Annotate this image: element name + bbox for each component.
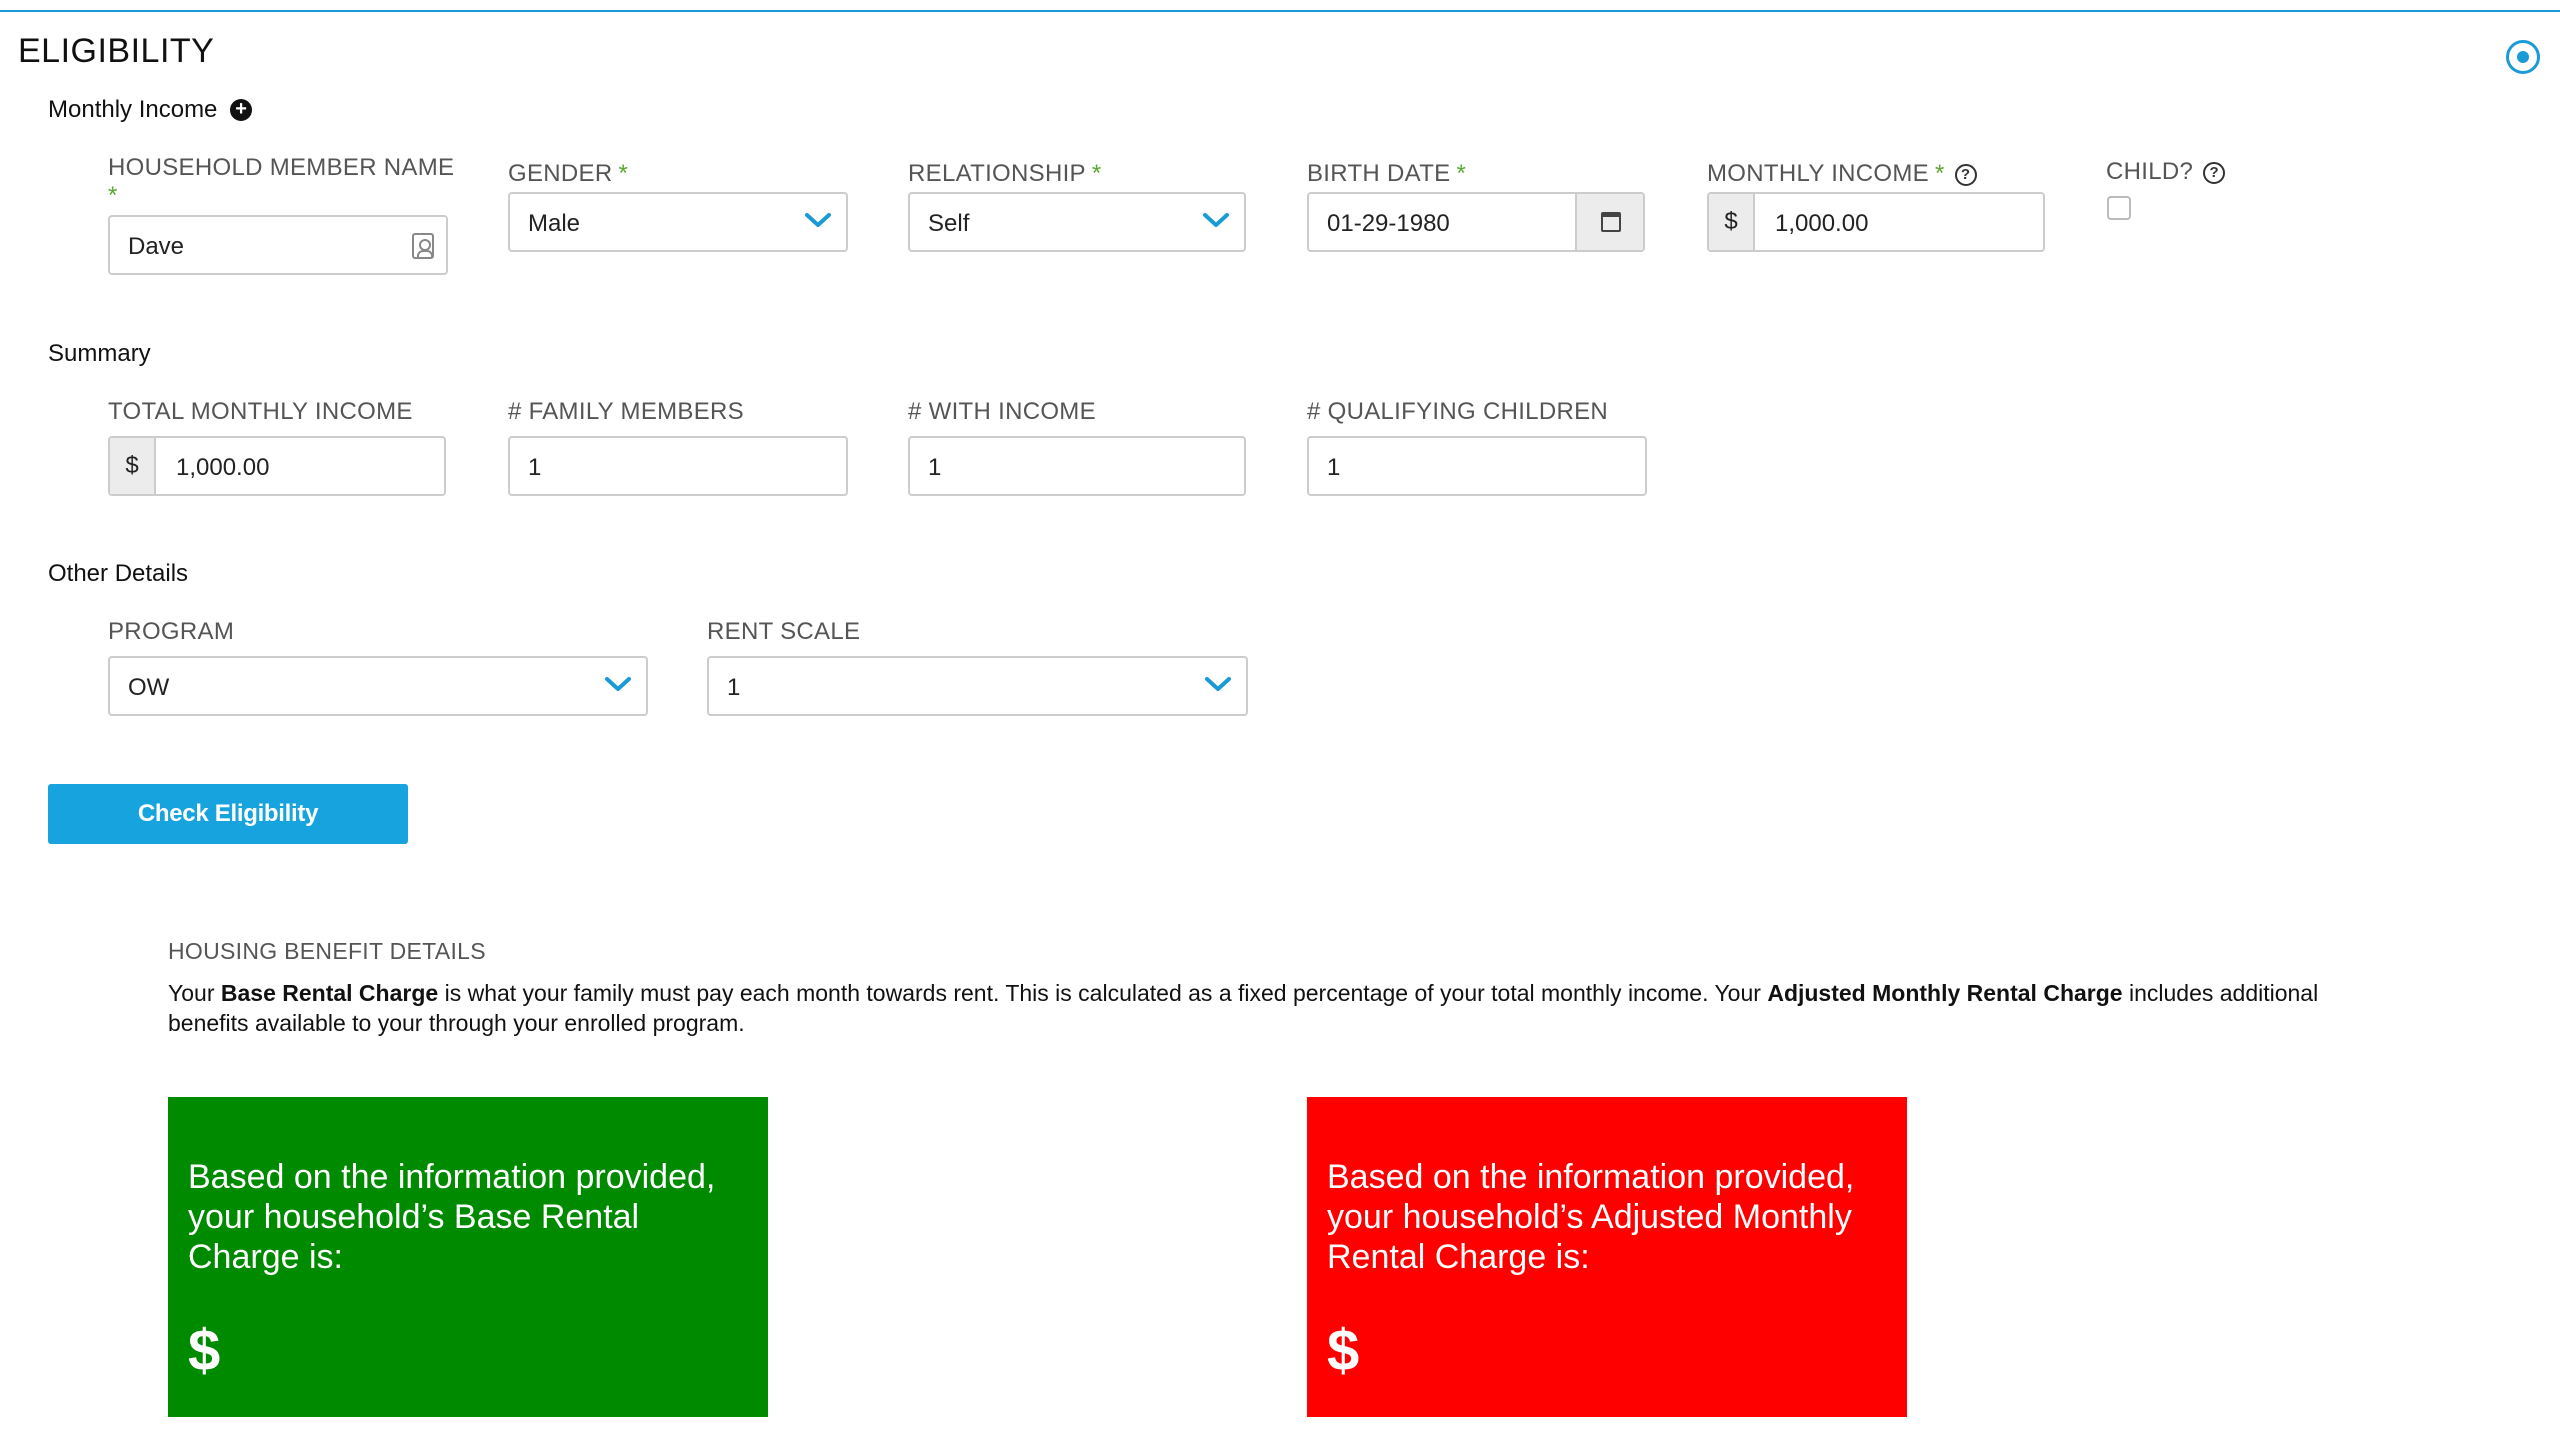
qualifying-children-value: 1	[1327, 454, 1341, 481]
gender-value: Male	[528, 210, 581, 237]
program-select[interactable]: OW	[108, 656, 648, 716]
birth-date-value: 01-29-1980	[1327, 210, 1450, 237]
rent-scale-value: 1	[727, 674, 741, 701]
monthly-income-field-label: MONTHLY INCOME *?	[1707, 160, 1977, 188]
monthly-income-label: Monthly Income	[48, 96, 218, 123]
relationship-value: Self	[928, 210, 970, 237]
member-name-label-text: HOUSEHOLD MEMBER NAME	[108, 154, 455, 181]
desc-bold: Adjusted Monthly Rental Charge	[1767, 980, 2123, 1006]
qualifying-children-input[interactable]: 1	[1307, 436, 1647, 496]
family-members-label: # FAMILY MEMBERS	[508, 398, 744, 425]
member-name-label: HOUSEHOLD MEMBER NAME *	[108, 154, 454, 210]
contact-card-icon	[412, 233, 434, 259]
calendar-icon	[1601, 212, 1621, 232]
base-rental-charge-card: Based on the information provided, your …	[168, 1097, 768, 1417]
required-mark: *	[108, 182, 118, 209]
birth-date-label-text: BIRTH DATE	[1307, 160, 1451, 187]
birth-date-input[interactable]: 01-29-1980	[1307, 192, 1645, 252]
summary-label: Summary	[48, 340, 151, 367]
base-rental-amount: $	[188, 1318, 221, 1383]
qualifying-children-label: # QUALIFYING CHILDREN	[1307, 398, 1609, 425]
calendar-button[interactable]	[1575, 194, 1643, 250]
gender-label-text: GENDER	[508, 160, 613, 187]
monthly-income-input[interactable]: $ 1,000.00	[1707, 192, 2045, 252]
check-eligibility-button[interactable]: Check Eligibility	[48, 784, 408, 844]
monthly-income-field-label-text: MONTHLY INCOME	[1707, 160, 1929, 187]
member-name-input[interactable]: Dave	[108, 215, 448, 275]
gender-label: GENDER *	[508, 160, 628, 188]
relationship-label: RELATIONSHIP *	[908, 160, 1102, 188]
adjusted-rental-message: Based on the information provided, your …	[1327, 1158, 1855, 1276]
relationship-label-text: RELATIONSHIP	[908, 160, 1086, 187]
currency-addon: $	[110, 438, 156, 494]
required-mark: *	[618, 160, 629, 187]
program-label: PROGRAM	[108, 618, 235, 645]
section-title: ELIGIBILITY	[18, 32, 215, 70]
gender-select[interactable]: Male	[508, 192, 848, 252]
desc-text: Your	[168, 980, 221, 1006]
relationship-select[interactable]: Self	[908, 192, 1246, 252]
housing-benefit-heading: HOUSING BENEFIT DETAILS	[168, 938, 486, 964]
total-income-label: TOTAL MONTHLY INCOME	[108, 398, 413, 425]
chevron-down-icon	[805, 213, 831, 227]
chevron-down-icon	[1203, 213, 1229, 227]
required-mark: *	[1456, 160, 1467, 187]
with-income-label: # WITH INCOME	[908, 398, 1096, 425]
add-member-plus-icon[interactable]: +	[230, 99, 253, 121]
program-value: OW	[128, 674, 170, 701]
help-icon[interactable]: ?	[2203, 162, 2226, 184]
chevron-down-icon	[1205, 677, 1231, 691]
required-mark: *	[1091, 160, 1102, 187]
monthly-income-group: Monthly Income +	[48, 96, 253, 124]
chevron-down-icon	[605, 677, 631, 691]
housing-benefit-description: Your Base Rental Charge is what your fam…	[168, 978, 2368, 1038]
desc-text: is what your family must pay each month …	[438, 980, 1768, 1006]
help-icon[interactable]: ?	[1954, 164, 1977, 186]
monthly-income-value: 1,000.00	[1775, 210, 1869, 237]
rent-scale-label: RENT SCALE	[707, 618, 861, 645]
base-rental-message: Based on the information provided, your …	[188, 1158, 716, 1276]
rent-scale-select[interactable]: 1	[707, 656, 1248, 716]
with-income-value: 1	[928, 454, 942, 481]
adjusted-rental-charge-card: Based on the information provided, your …	[1307, 1097, 1907, 1417]
family-members-input[interactable]: 1	[508, 436, 848, 496]
family-members-value: 1	[528, 454, 542, 481]
top-divider	[0, 10, 2560, 12]
with-income-input[interactable]: 1	[908, 436, 1246, 496]
birth-date-label: BIRTH DATE *	[1307, 160, 1466, 188]
child-label: CHILD??	[2106, 158, 2226, 186]
total-income-input[interactable]: $ 1,000.00	[108, 436, 446, 496]
member-name-value: Dave	[128, 233, 185, 260]
required-mark: *	[1935, 160, 1945, 187]
total-income-value: 1,000.00	[176, 454, 270, 481]
currency-addon: $	[1709, 194, 1755, 250]
desc-bold: Base Rental Charge	[220, 980, 439, 1006]
child-checkbox[interactable]	[2107, 196, 2131, 220]
collapse-icon[interactable]	[2506, 40, 2540, 74]
adjusted-rental-amount: $	[1327, 1318, 1360, 1383]
child-label-text: CHILD?	[2106, 158, 2194, 185]
other-details-label: Other Details	[48, 560, 189, 587]
